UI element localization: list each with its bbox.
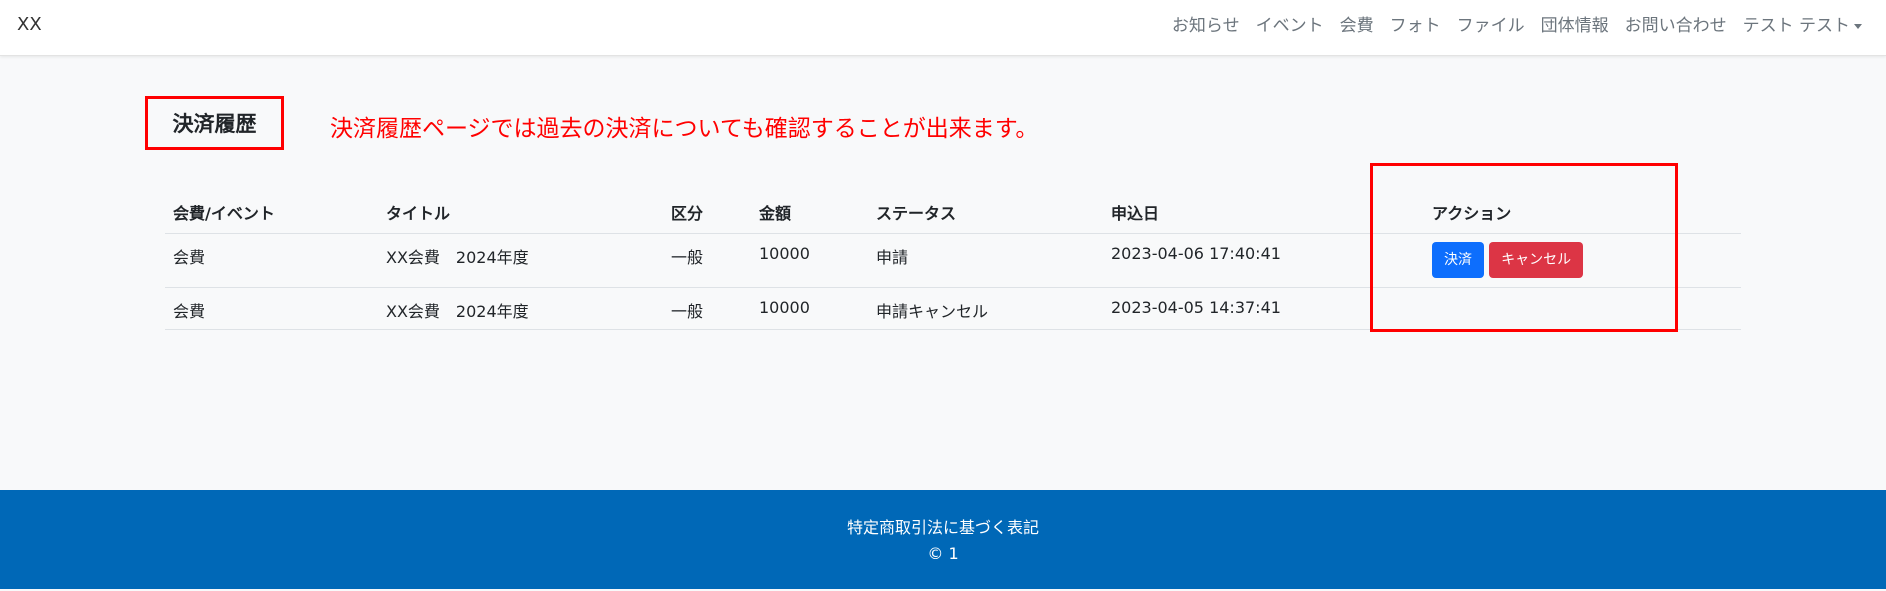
nav-files[interactable]: ファイル <box>1449 14 1533 38</box>
nav-contact[interactable]: お問い合わせ <box>1617 14 1735 38</box>
table-cell: XX会費 2024年度 <box>378 233 663 288</box>
column-header: 金額 <box>751 193 868 234</box>
column-header: タイトル <box>378 193 663 234</box>
legal-notice-link[interactable]: 特定商取引法に基づく表記 <box>0 514 1886 538</box>
user-menu-dropdown[interactable]: テスト テスト <box>1735 14 1870 38</box>
nav-links: お知らせ イベント 会費 フォト ファイル 団体情報 お問い合わせ テスト テス… <box>1164 14 1870 38</box>
brand-logo[interactable]: XX <box>17 14 42 35</box>
payment-history-table: 会費/イベント タイトル 区分 金額 ステータス 申込日 アクション 会費 XX… <box>165 193 1741 330</box>
pay-button[interactable]: 決済 <box>1432 241 1484 278</box>
action-cell <box>1424 287 1741 330</box>
page-title-highlight: 決済履歴 <box>145 96 284 150</box>
table-cell: 申請 <box>868 233 1103 288</box>
column-header: 申込日 <box>1103 193 1424 234</box>
nav-photos[interactable]: フォト <box>1382 14 1449 38</box>
action-cell: 決済 キャンセル <box>1424 233 1741 288</box>
footer: 特定商取引法に基づく表記 © 1 <box>0 490 1886 589</box>
nav-fees[interactable]: 会費 <box>1332 14 1382 38</box>
annotation-note: 決済履歴ページでは過去の決済についても確認することが出来ます。 <box>330 116 1039 142</box>
table-cell: 申請キャンセル <box>868 287 1103 330</box>
column-header: 区分 <box>663 193 751 234</box>
nav-organization[interactable]: 団体情報 <box>1533 14 1617 38</box>
table-cell: 10000 <box>751 287 868 330</box>
nav-news[interactable]: お知らせ <box>1164 14 1248 38</box>
table-cell: 2023-04-06 17:40:41 <box>1103 233 1424 288</box>
table-cell: 2023-04-05 14:37:41 <box>1103 287 1424 330</box>
column-header: 会費/イベント <box>165 193 378 234</box>
top-navbar: XX お知らせ イベント 会費 フォト ファイル 団体情報 お問い合わせ テスト… <box>0 0 1886 56</box>
copyright: © 1 <box>927 544 959 563</box>
table-row: 会費 XX会費 2024年度 一般 10000 申請 2023-04-06 17… <box>165 233 1741 288</box>
table-cell: XX会費 2024年度 <box>378 287 663 330</box>
table-cell: 会費 <box>165 233 378 288</box>
column-header: アクション <box>1424 193 1741 234</box>
page-title: 決済履歴 <box>172 112 257 136</box>
table-cell: 一般 <box>663 233 751 288</box>
column-header: ステータス <box>868 193 1103 234</box>
nav-events[interactable]: イベント <box>1248 14 1332 38</box>
table-cell: 一般 <box>663 287 751 330</box>
table-cell: 10000 <box>751 233 868 288</box>
table-header-row: 会費/イベント タイトル 区分 金額 ステータス 申込日 アクション <box>165 193 1741 234</box>
table-row: 会費 XX会費 2024年度 一般 10000 申請キャンセル 2023-04-… <box>165 287 1741 330</box>
cancel-button[interactable]: キャンセル <box>1489 241 1584 278</box>
table-cell: 会費 <box>165 287 378 330</box>
